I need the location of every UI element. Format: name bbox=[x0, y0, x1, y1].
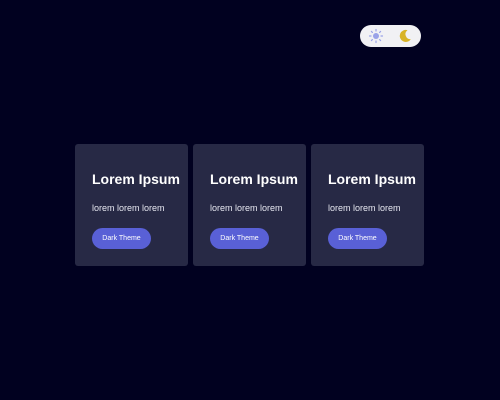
theme-toggle[interactable] bbox=[360, 25, 421, 47]
moon-icon[interactable] bbox=[397, 28, 413, 44]
dark-theme-button[interactable]: Dark Theme bbox=[92, 228, 151, 249]
card-text: lorem lorem lorem bbox=[210, 203, 283, 213]
card-list: Lorem Ipsum lorem lorem lorem Dark Theme… bbox=[75, 144, 424, 266]
card: Lorem Ipsum lorem lorem lorem Dark Theme bbox=[311, 144, 424, 266]
card-text: lorem lorem lorem bbox=[92, 203, 165, 213]
card-text: lorem lorem lorem bbox=[328, 203, 401, 213]
card-title: Lorem Ipsum bbox=[210, 171, 298, 187]
card-title: Lorem Ipsum bbox=[328, 171, 416, 187]
dark-theme-button[interactable]: Dark Theme bbox=[328, 228, 387, 249]
card: Lorem Ipsum lorem lorem lorem Dark Theme bbox=[193, 144, 306, 266]
card: Lorem Ipsum lorem lorem lorem Dark Theme bbox=[75, 144, 188, 266]
card-title: Lorem Ipsum bbox=[92, 171, 180, 187]
dark-theme-button[interactable]: Dark Theme bbox=[210, 228, 269, 249]
sun-icon[interactable] bbox=[368, 28, 384, 44]
